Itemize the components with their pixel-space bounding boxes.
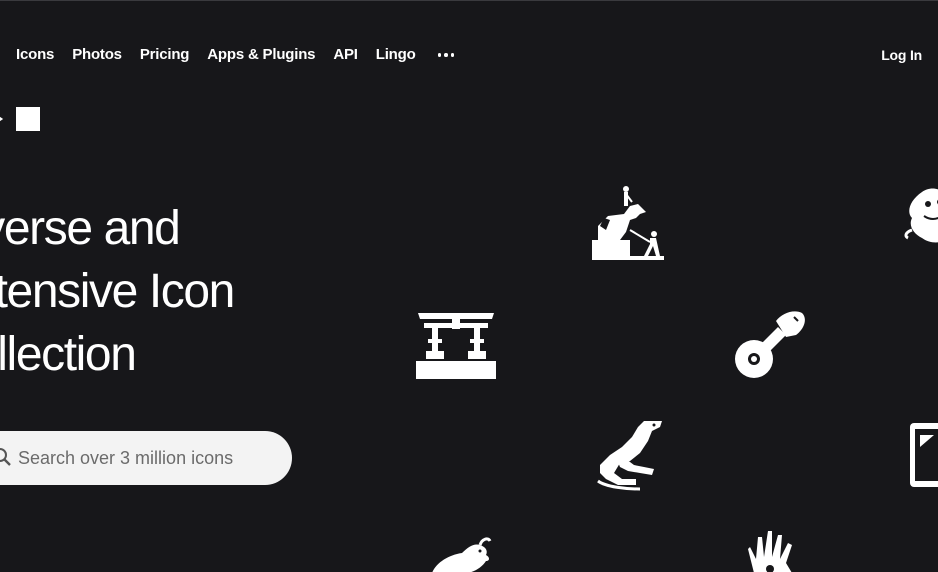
search-icon [0, 448, 11, 466]
nav-item-pricing[interactable]: Pricing [140, 45, 190, 65]
nav-item-apps-plugins[interactable]: Apps & Plugins [207, 45, 315, 65]
nav-item-photos[interactable]: Photos [72, 45, 122, 65]
nav-item-icons[interactable]: Icons [16, 45, 54, 65]
dragon-icon [904, 188, 938, 243]
main-nav: Icons Photos Pricing Apps & Plugins API … [16, 45, 455, 65]
quail-icon [432, 537, 492, 572]
hero-title-line-3: ollection [0, 328, 137, 381]
page: Icons Photos Pricing Apps & Plugins API … [0, 0, 938, 572]
more-horizontal-icon[interactable] [437, 45, 455, 65]
logo-chevron-icon [0, 116, 4, 122]
hero-title-line-1: iverse and [0, 202, 181, 255]
hero-title: iverse and xtensive Icon ollection [0, 197, 235, 386]
lizard-icon [597, 421, 662, 491]
search-bar[interactable] [0, 431, 292, 485]
hand-icon [748, 531, 792, 572]
nav-item-api[interactable]: API [333, 45, 358, 65]
logo-square-icon [16, 107, 40, 131]
statue-icon [592, 186, 664, 260]
logo[interactable] [0, 107, 40, 131]
login-link[interactable]: Log In [881, 45, 922, 65]
tablet-icon [910, 423, 938, 487]
pizza-cutter-icon [735, 311, 805, 378]
torii-gate-icon [416, 313, 496, 379]
search-input[interactable] [4, 447, 278, 469]
nav-item-lingo[interactable]: Lingo [376, 45, 416, 65]
hero-title-line-2: xtensive Icon [0, 265, 235, 318]
